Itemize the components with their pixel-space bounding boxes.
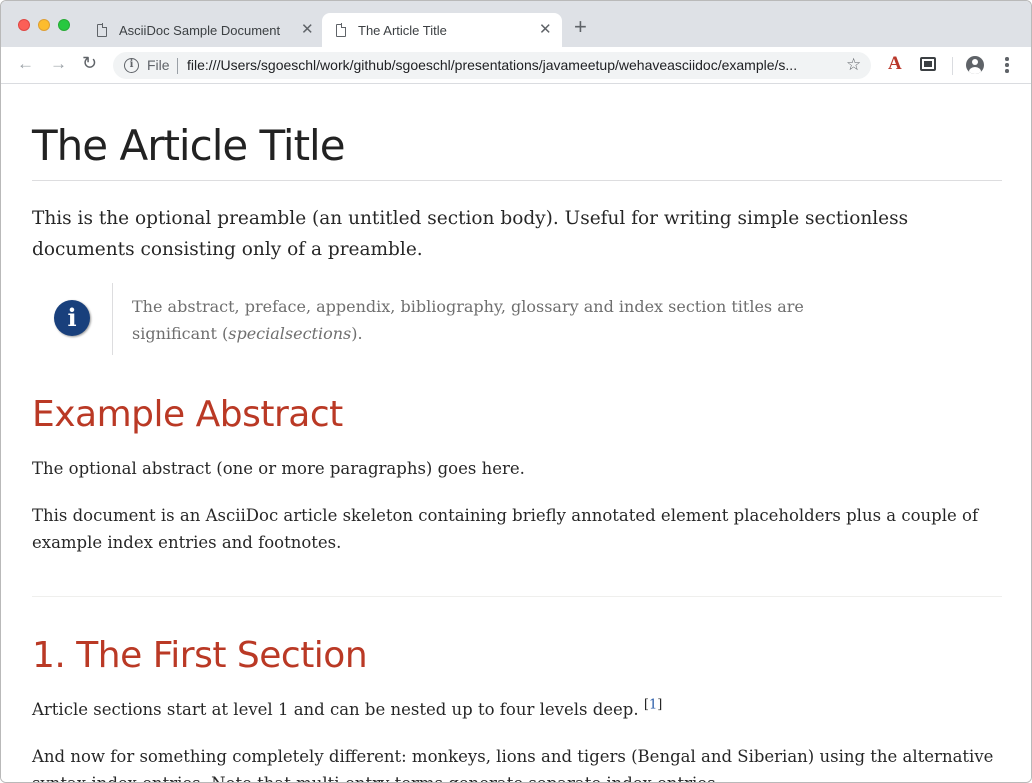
tab-asciidoc-sample[interactable]: AsciiDoc Sample Document ✕: [85, 13, 321, 47]
abstract-paragraph: This document is an AsciiDoc article ske…: [32, 506, 979, 552]
document-icon: [97, 23, 108, 37]
preamble-text: This is the optional preamble (an untitl…: [32, 208, 909, 260]
window-maximize-button[interactable]: [58, 19, 70, 31]
tab-close-icon[interactable]: ✕: [539, 22, 552, 37]
browser-toolbar: ← → ↻ i File file:///Users/sgoeschl/work…: [1, 47, 1031, 84]
tab-strip: AsciiDoc Sample Document ✕ The Article T…: [1, 1, 1031, 47]
page-content: The Article Title This is the optional p…: [1, 85, 1031, 782]
abstract-paragraph: The optional abstract (one or more parag…: [32, 459, 525, 478]
tab-title: AsciiDoc Sample Document: [119, 22, 281, 38]
bookmark-star-icon[interactable]: ☆: [846, 55, 861, 75]
security-label: File: [147, 57, 170, 73]
tab-title: The Article Title: [358, 22, 447, 38]
browser-window: AsciiDoc Sample Document ✕ The Article T…: [0, 0, 1032, 783]
asciidoctor-extension-icon[interactable]: A: [888, 54, 902, 73]
reload-button[interactable]: ↻: [82, 54, 97, 72]
admonition-emphasis: specialsections: [228, 324, 352, 343]
window-close-button[interactable]: [18, 19, 30, 31]
address-bar[interactable]: i File file:///Users/sgoeschl/work/githu…: [113, 52, 871, 79]
profile-avatar-icon[interactable]: [966, 56, 984, 74]
admonition-divider: [112, 283, 113, 355]
forward-button[interactable]: →: [50, 55, 67, 72]
tab-article-title[interactable]: The Article Title ✕: [322, 13, 562, 47]
section-divider: [32, 596, 1002, 597]
section-paragraph: And now for something completely differe…: [32, 747, 994, 782]
note-admonition: i The abstract, preface, appendix, bibli…: [32, 283, 1002, 355]
section-paragraph: Article sections start at level 1 and ca…: [32, 697, 663, 720]
admonition-text: The abstract, preface, appendix, bibliog…: [132, 297, 804, 343]
title-divider: [32, 180, 1002, 181]
url-text[interactable]: file:///Users/sgoeschl/work/github/sgoes…: [187, 57, 829, 73]
info-icon: i: [54, 300, 90, 336]
footnote-reference[interactable]: [1]: [644, 698, 662, 713]
document-icon: [336, 23, 347, 37]
browser-menu-icon[interactable]: [1005, 57, 1009, 75]
tab-close-icon[interactable]: ✕: [301, 22, 314, 37]
back-button[interactable]: ←: [17, 55, 34, 72]
window-minimize-button[interactable]: [38, 19, 50, 31]
document-title: The Article Title: [32, 121, 346, 170]
section-heading-first: 1. The First Section: [32, 635, 368, 676]
toolbar-divider: [952, 57, 953, 75]
screen-capture-icon[interactable]: [920, 57, 936, 71]
omnibox-divider: [177, 58, 178, 74]
section-heading-abstract: Example Abstract: [32, 394, 343, 435]
new-tab-button[interactable]: +: [574, 16, 587, 38]
site-info-icon[interactable]: i: [124, 58, 139, 73]
footnote-link[interactable]: 1: [649, 698, 657, 713]
